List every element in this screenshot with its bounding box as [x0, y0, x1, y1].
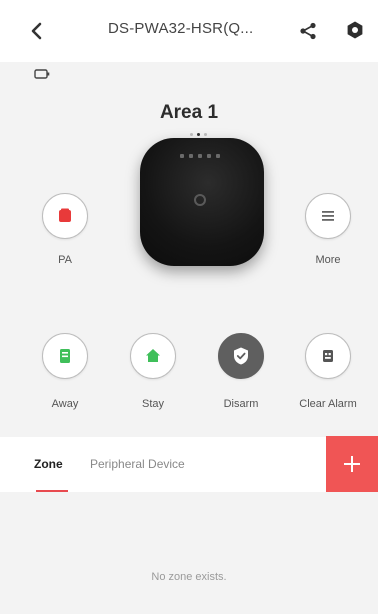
plus-icon [344, 456, 360, 472]
hub-indicator-lights [180, 154, 224, 160]
top-bar: DS-PWA32-HSR(Q... [0, 0, 378, 62]
active-tab-indicator [36, 490, 68, 492]
clear-alarm-label: Clear Alarm [299, 398, 357, 410]
home-icon [146, 349, 160, 362]
empty-zone-message: No zone exists. [151, 571, 227, 583]
away-arm-icon [60, 349, 70, 363]
away-label: Away [51, 398, 79, 410]
stay-label: Stay [141, 398, 164, 410]
disarm-label: Disarm [223, 398, 259, 410]
alarm-clear-icon [323, 350, 333, 362]
control-panel-hub [140, 138, 264, 266]
pa-button[interactable] [42, 193, 88, 239]
disarm-button[interactable] [218, 333, 264, 379]
list-icon [322, 211, 334, 221]
share-button[interactable] [294, 17, 322, 45]
tab-peripheral-device[interactable]: Peripheral Device [90, 457, 185, 471]
more-label: More [315, 254, 341, 266]
pa-label: PA [58, 254, 72, 266]
away-button[interactable] [42, 333, 88, 379]
shield-check-icon [234, 347, 248, 365]
settings-button[interactable] [340, 15, 370, 45]
back-button[interactable] [22, 16, 52, 46]
more-button[interactable] [305, 193, 351, 239]
tab-zone[interactable]: Zone [34, 457, 63, 471]
add-button[interactable] [326, 436, 378, 492]
chevron-left-icon [31, 22, 42, 40]
stay-button[interactable] [130, 333, 176, 379]
device-title: DS-PWA32-HSR(Q... [108, 20, 254, 37]
settings-icon [347, 21, 363, 39]
tabs-bar: Zone Peripheral Device [0, 437, 378, 492]
red-device-icon [59, 208, 71, 222]
share-icon [300, 22, 316, 40]
clear-alarm-button[interactable] [305, 333, 351, 379]
battery-icon [34, 69, 50, 79]
hub-center-ring [194, 194, 206, 206]
area-title: Area 1 [159, 102, 219, 123]
